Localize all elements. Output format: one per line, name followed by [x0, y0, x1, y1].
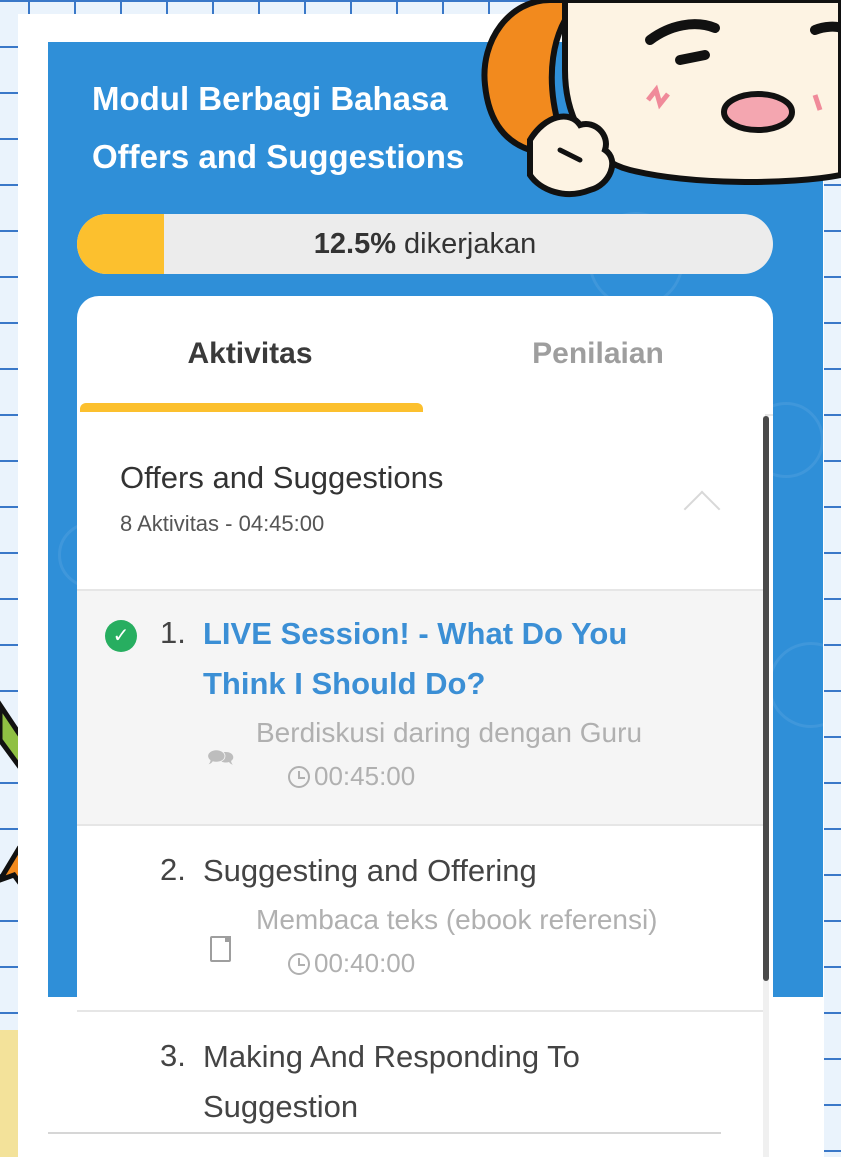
progress-bar: 12.5% dikerjakan — [77, 214, 773, 274]
item-title-line2[interactable]: Suggestion — [203, 1083, 358, 1131]
discussion-icon: 🗪 — [207, 745, 235, 770]
item-number: 3. — [160, 1038, 186, 1073]
item-title-line1[interactable]: LIVE Session! - What Do You — [203, 610, 627, 658]
active-tab-indicator — [80, 403, 423, 412]
activity-type: Membaca teks (ebook referensi) — [256, 904, 658, 935]
duration-value: 00:40:00 — [314, 948, 416, 978]
clock-icon — [288, 766, 310, 788]
section-meta: 8 Aktivitas - 04:45:00 — [120, 511, 325, 536]
tab-penilaian[interactable]: Penilaian — [423, 296, 773, 412]
chevron-up-icon[interactable] — [683, 490, 721, 528]
item-number: 2. — [160, 852, 186, 887]
tab-bar: Aktivitas Penilaian — [77, 296, 773, 416]
divider — [48, 1132, 721, 1134]
activity-list: Offers and Suggestions 8 Aktivitas - 04:… — [77, 414, 765, 1157]
check-circle-icon: ✓ — [105, 620, 137, 652]
module-subtitle: Offers and Suggestions — [92, 138, 465, 175]
progress-suffix: dikerjakan — [404, 228, 537, 260]
tab-aktivitas[interactable]: Aktivitas — [77, 296, 423, 412]
clock-icon — [288, 953, 310, 975]
progress-percent: 12.5% — [313, 228, 396, 260]
item-number: 1. — [160, 615, 186, 650]
item-title-line1[interactable]: Making And Responding To — [203, 1033, 580, 1081]
document-icon — [210, 936, 231, 962]
list-item[interactable]: 3. Making And Responding To Suggestion — [77, 1012, 765, 1157]
section-header[interactable]: Offers and Suggestions 8 Aktivitas - 04:… — [77, 414, 765, 591]
item-title-line1[interactable]: Suggesting and Offering — [203, 847, 537, 895]
scrollbar[interactable] — [763, 416, 769, 1157]
item-title-line2[interactable]: Think I Should Do? — [203, 660, 485, 708]
activity-type: Berdiskusi daring dengan Guru — [256, 717, 643, 748]
duration-value: 00:45:00 — [314, 761, 416, 791]
section-title: Offers and Suggestions — [120, 460, 444, 495]
activity-duration: 00:45:00 — [288, 761, 415, 792]
list-item[interactable]: 2. Suggesting and Offering Membaca teks … — [77, 826, 765, 1012]
progress-label: 12.5% dikerjakan — [77, 214, 773, 274]
scroll-thumb[interactable] — [763, 416, 769, 981]
activity-duration: 00:40:00 — [288, 948, 415, 979]
list-item[interactable]: ✓ 1. LIVE Session! - What Do You Think I… — [77, 591, 765, 826]
activity-card: Aktivitas Penilaian Offers and Suggestio… — [77, 296, 773, 1157]
module-title: Modul Berbagi Bahasa — [92, 80, 448, 117]
